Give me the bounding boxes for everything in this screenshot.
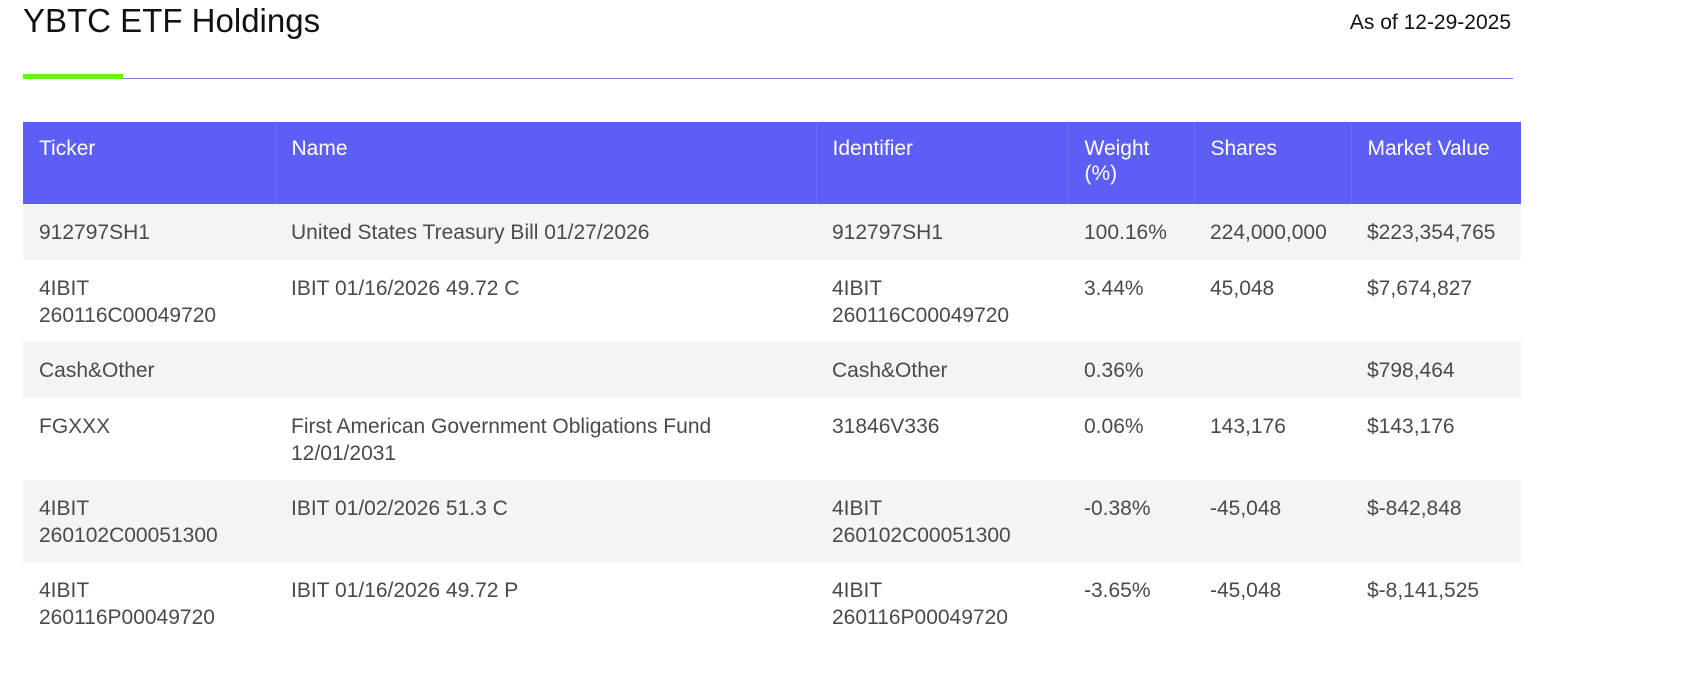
cell-ticker: 4IBIT 260116C00049720	[39, 277, 217, 327]
cell-shares: -45,048	[1194, 480, 1351, 562]
cell-shares	[1194, 342, 1351, 398]
holdings-table: Ticker Name Identifier Weight (%) Shares…	[23, 122, 1521, 644]
accent-bar	[23, 74, 123, 79]
cell-weight: 0.06%	[1084, 415, 1144, 438]
cell-weight: 3.44%	[1084, 277, 1144, 300]
cell-name: IBIT 01/16/2026 49.72 C	[291, 277, 520, 300]
column-header-ticker[interactable]: Ticker	[23, 122, 275, 204]
as-of-date: As of 12-29-2025	[1349, 11, 1511, 34]
cell-name	[275, 342, 816, 398]
table-row: 912797SH1 United States Treasury Bill 01/…	[23, 204, 1521, 260]
cell-identifier: Cash&Other	[816, 342, 1068, 398]
cell-shares: 45,048	[1210, 277, 1275, 300]
cell-ticker: 912797SH1	[23, 204, 275, 260]
cell-name: IBIT 01/02/2026 51.3 C	[275, 480, 816, 562]
cell-name: United States Treasury Bill 01/27/2026	[275, 204, 816, 260]
column-header-shares[interactable]: Shares	[1193, 122, 1351, 204]
table-row: 4IBIT 260116P00049720 IBIT 01/16/2026 49.…	[23, 562, 1521, 644]
cell-shares: 224,000,000	[1194, 204, 1351, 260]
cell-ticker: 4IBIT 260102C00051300	[23, 480, 275, 562]
table-header-row: Ticker Name Identifier Weight (%) Shares…	[23, 122, 1521, 204]
cell-market-value: $7,674,827	[1367, 277, 1473, 300]
page-title: YBTC ETF Holdings	[23, 2, 321, 39]
table-row: FGXXX First American Government Obligatio…	[23, 398, 1521, 480]
cell-name: IBIT 01/16/2026 49.72 P	[291, 579, 519, 602]
cell-name: First American Government Obligations Fu…	[291, 415, 712, 465]
cell-identifier: 4IBIT 260102C00051300	[816, 480, 1068, 562]
cell-market-value: $223,354,765	[1351, 204, 1521, 260]
cell-identifier: 31846V336	[832, 415, 940, 438]
cell-identifier: 4IBIT 260116P00049720	[832, 579, 1008, 629]
cell-weight: 0.36%	[1068, 342, 1194, 398]
cell-ticker: Cash&Other	[23, 342, 275, 398]
cell-shares: 143,176	[1210, 415, 1286, 438]
table-row: 4IBIT 260102C00051300 IBIT 01/02/2026 51.…	[23, 480, 1521, 562]
cell-ticker: FGXXX	[39, 415, 111, 438]
column-header-weight[interactable]: Weight (%)	[1067, 122, 1194, 204]
cell-market-value: $-8,141,525	[1367, 579, 1480, 602]
cell-identifier: 4IBIT 260116C00049720	[832, 277, 1010, 327]
column-header-market-value[interactable]: Market Value	[1350, 122, 1521, 204]
cell-market-value: $143,176	[1367, 415, 1455, 438]
cell-identifier: 912797SH1	[816, 204, 1068, 260]
cell-shares: -45,048	[1210, 579, 1282, 602]
column-header-name[interactable]: Name	[274, 122, 816, 204]
cell-weight: -3.65%	[1084, 579, 1151, 602]
cell-weight: -0.38%	[1068, 480, 1194, 562]
cell-weight: 100.16%	[1068, 204, 1194, 260]
cell-market-value: $-842,848	[1351, 480, 1521, 562]
cell-market-value: $798,464	[1351, 342, 1521, 398]
column-header-identifier[interactable]: Identifier	[815, 122, 1068, 204]
divider	[23, 78, 1513, 79]
table-row: Cash&Other Cash&Other 0.36% $798,464	[23, 342, 1521, 398]
table-row: 4IBIT 260116C00049720 IBIT 01/16/2026 49.…	[23, 260, 1521, 342]
cell-ticker: 4IBIT 260116P00049720	[39, 579, 215, 629]
